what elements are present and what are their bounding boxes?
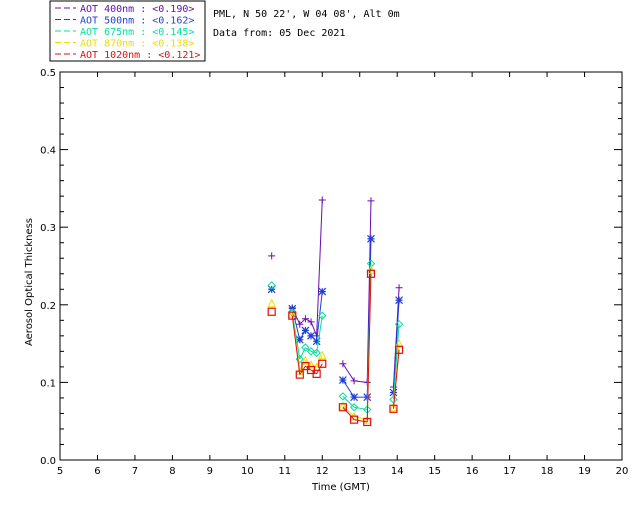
x-tick-label: 18	[541, 466, 554, 477]
x-tick-label: 20	[616, 466, 629, 477]
x-tick-label: 15	[428, 466, 441, 477]
x-tick-label: 5	[57, 466, 63, 477]
aot-chart: AOT 400nm : <0.190>AOT 500nm : <0.162>AO…	[24, 0, 629, 493]
data-point-marker	[350, 393, 359, 402]
legend-entry: AOT 675nm : <0.145>	[80, 27, 194, 38]
x-tick-label: 17	[503, 466, 516, 477]
plot-frame	[59, 71, 623, 461]
y-tick-label: 0.2	[40, 301, 56, 312]
legend-entry: AOT 400nm : <0.190>	[80, 4, 194, 15]
series-4	[267, 265, 404, 424]
legend: AOT 400nm : <0.190>AOT 500nm : <0.162>AO…	[49, 0, 206, 62]
x-tick-label: 7	[132, 466, 138, 477]
site-info: PML, N 50 22', W 04 08', Alt 0m	[213, 9, 400, 20]
x-tick-label: 12	[316, 466, 329, 477]
series-3	[267, 259, 404, 414]
data-point-marker	[268, 252, 276, 260]
date-info: Data from: 05 Dec 2021	[213, 28, 345, 39]
y-tick-label: 0.5	[40, 68, 56, 79]
series-1	[268, 196, 403, 391]
data-point-marker	[367, 197, 375, 205]
series-line-segment	[299, 347, 306, 360]
legend-entry: AOT 500nm : <0.162>	[80, 16, 194, 27]
data-point-marker	[307, 318, 315, 326]
x-tick-label: 19	[578, 466, 591, 477]
x-tick-label: 9	[207, 466, 213, 477]
data-point-marker	[350, 377, 358, 385]
legend-entry: AOT 1020nm : <0.121>	[80, 50, 200, 61]
y-tick-label: 0.4	[40, 146, 56, 157]
x-tick-label: 8	[169, 466, 175, 477]
x-tick-label: 14	[391, 466, 404, 477]
x-tick-label: 10	[241, 466, 254, 477]
data-point-marker	[395, 296, 403, 305]
data-point-marker	[338, 376, 347, 384]
legend-entry: AOT 870nm : <0.138>	[80, 39, 194, 50]
x-tick-label: 11	[278, 466, 291, 477]
x-axis-title: Time (GMT)	[311, 482, 370, 493]
y-axis-title: Aerosol Optical Thickness	[24, 218, 35, 346]
data-point-marker	[339, 360, 347, 368]
series-5	[267, 269, 404, 427]
x-tick-label: 16	[466, 466, 479, 477]
data-point-marker	[395, 284, 403, 292]
data-point-marker	[267, 307, 276, 316]
y-tick-label: 0.3	[40, 223, 56, 234]
data-point-marker	[318, 196, 326, 204]
data-point-marker	[318, 287, 327, 296]
y-tick-label: 0.0	[40, 456, 56, 467]
series-line-segment	[299, 318, 306, 325]
y-tick-label: 0.1	[40, 378, 56, 389]
x-tick-label: 6	[94, 466, 100, 477]
data-point-marker	[267, 298, 276, 308]
data-point-marker	[367, 234, 375, 243]
x-tick-label: 13	[353, 466, 366, 477]
